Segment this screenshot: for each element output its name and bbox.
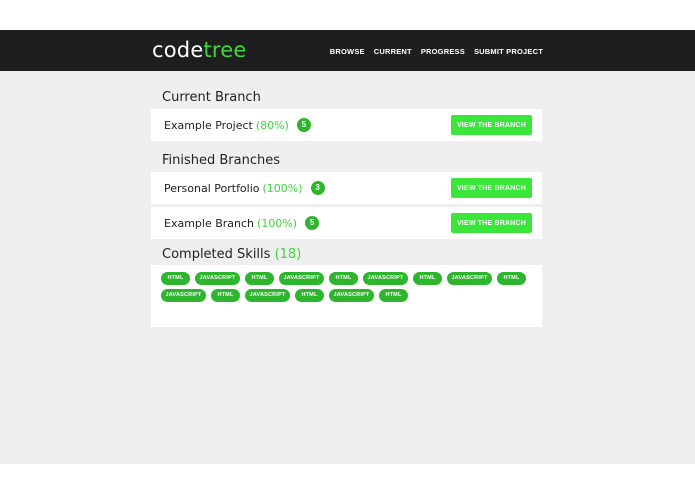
view-branch-button[interactable]: VIEW THE BRANCH — [451, 178, 532, 198]
logo-code: code — [152, 38, 204, 62]
branch-badge: 5 — [305, 216, 320, 230]
skill-tag[interactable]: JAVASCRIPT — [447, 272, 492, 285]
skill-tag[interactable]: HTML — [211, 289, 240, 302]
logo-tree: tree — [203, 38, 247, 62]
branch-badge: 5 — [296, 118, 311, 132]
skill-tag[interactable]: HTML — [497, 272, 526, 285]
current-branch-heading: Current Branch — [162, 90, 261, 105]
completed-skills-heading: Completed Skills (18) — [162, 247, 542, 262]
skill-tag[interactable]: HTML — [379, 289, 408, 302]
skills-count: (18) — [274, 247, 302, 262]
nav-current[interactable]: CURRENT — [374, 47, 412, 56]
skill-tag[interactable]: HTML — [245, 272, 274, 285]
branch-percent: (100%) — [262, 181, 303, 195]
skill-tag[interactable]: JAVASCRIPT — [329, 289, 374, 302]
skill-tag[interactable]: JAVASCRIPT — [279, 272, 324, 285]
skills-panel: HTML JAVASCRIPT HTML JAVASCRIPT HTML JAV… — [151, 265, 542, 327]
view-branch-button[interactable]: VIEW THE BRANCH — [451, 213, 532, 233]
branch-card-current: Example Project (80%) 5 VIEW THE BRANCH — [151, 109, 542, 141]
branch-name: Example Project — [164, 118, 253, 132]
skill-tag[interactable]: HTML — [295, 289, 324, 302]
main-nav: BROWSE CURRENT PROGRESS SUBMIT PROJECT — [330, 47, 543, 56]
skill-tag[interactable]: HTML — [161, 272, 190, 285]
branch-card-finished-2: Example Branch (100%) 5 VIEW THE BRANCH — [151, 207, 542, 239]
branch-name: Example Branch — [164, 216, 255, 230]
branch-card-finished-1: Personal Portfolio (100%) 3 VIEW THE BRA… — [151, 172, 542, 204]
nav-progress[interactable]: PROGRESS — [421, 47, 465, 56]
skill-tag[interactable]: JAVASCRIPT — [245, 289, 290, 302]
skill-tag[interactable]: HTML — [329, 272, 358, 285]
nav-browse[interactable]: BROWSE — [330, 47, 365, 56]
branch-badge: 3 — [310, 181, 325, 195]
top-navbar: codetree BROWSE CURRENT PROGRESS SUBMIT … — [0, 30, 695, 71]
page-frame: codetree BROWSE CURRENT PROGRESS SUBMIT … — [0, 30, 695, 464]
branch-name: Personal Portfolio — [164, 181, 260, 195]
skill-tag[interactable]: HTML — [413, 272, 442, 285]
completed-skills-title: Completed Skills — [162, 247, 271, 262]
branch-percent: (100%) — [257, 216, 298, 230]
skill-tag[interactable]: JAVASCRIPT — [161, 289, 206, 302]
logo[interactable]: codetree — [152, 38, 247, 62]
skill-tag[interactable]: JAVASCRIPT — [195, 272, 240, 285]
view-branch-button[interactable]: VIEW THE BRANCH — [451, 115, 532, 135]
finished-branches-heading: Finished Branches — [162, 153, 281, 168]
branch-percent: (80%) — [255, 118, 289, 132]
main-content: Current Branch Example Project (80%) 5 V… — [151, 71, 542, 327]
skill-tag[interactable]: JAVASCRIPT — [363, 272, 408, 285]
nav-submit-project[interactable]: SUBMIT PROJECT — [474, 47, 543, 56]
